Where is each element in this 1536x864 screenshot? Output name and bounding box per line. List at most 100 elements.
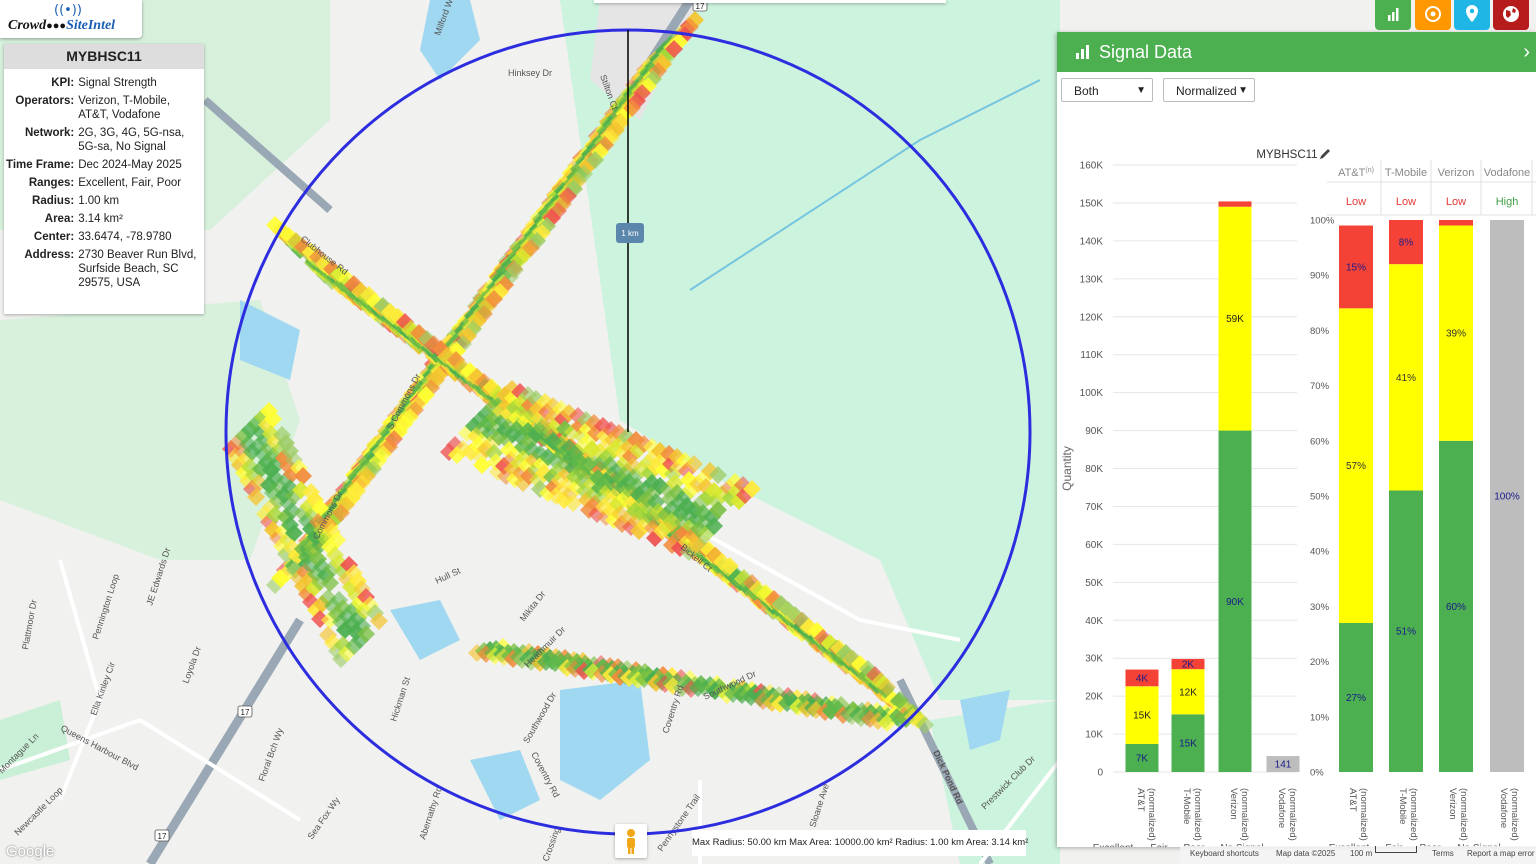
info-value: 1.00 km	[78, 195, 120, 207]
logo-text: Crowd	[8, 18, 47, 33]
x-tick-label: (normalized)	[1192, 788, 1203, 841]
scale-label[interactable]: 100 m	[1350, 846, 1372, 862]
y-tick-label: 100K	[1080, 388, 1104, 399]
bar-value-label: 27%	[1346, 693, 1366, 704]
x-tick-label: T-Mobile	[1397, 788, 1408, 824]
info-key: Radius:	[32, 195, 75, 207]
rating-label: Low	[1346, 196, 1366, 208]
svg-text:17: 17	[158, 832, 167, 841]
globe-icon	[1503, 6, 1519, 22]
bar-value-label: 141	[1275, 760, 1292, 771]
legend-label: Fair	[1150, 843, 1168, 847]
y-axis-label: Quantity	[1060, 446, 1074, 491]
y-tick-label: 100%	[1310, 216, 1335, 227]
x-tick-label: (normalized)	[1287, 788, 1298, 841]
report-error-link[interactable]: Report a map error	[1467, 846, 1535, 862]
info-row: KPI: Signal Strength	[4, 75, 204, 93]
bar-value-label: 15%	[1346, 262, 1366, 273]
signal-data-panel: Signal Data › Both ▼ Normalized ▼ MYBHSC11…	[1057, 32, 1536, 847]
route-shield: 17	[154, 829, 170, 842]
y-tick-label: 50%	[1310, 492, 1330, 503]
info-row: Center: 33.6474, -78.9780	[4, 229, 204, 247]
y-tick-label: 70K	[1085, 502, 1103, 513]
bar-chart-icon	[1076, 45, 1089, 59]
info-row: Ranges: Excellent, Fair, Poor	[4, 175, 204, 193]
chevron-down-icon: ▼	[1238, 85, 1248, 96]
info-value: Verizon, T-Mobile, AT&T, Vodafone	[78, 95, 171, 121]
radius-label: 1 km	[616, 223, 644, 243]
bar-value-label: 90K	[1226, 597, 1244, 608]
y-tick-label: 70%	[1310, 381, 1330, 392]
site-info-panel: MYBHSC11 KPI: Signal Strength Operators: Ve…	[4, 44, 204, 314]
bar-value-label: 15K	[1133, 711, 1151, 722]
street-view-pegman[interactable]	[615, 824, 647, 858]
pegman-icon	[627, 829, 635, 854]
info-key: Center:	[33, 231, 75, 243]
bar-value-label: 4K	[1136, 673, 1149, 684]
bar-value-label: 39%	[1446, 329, 1466, 340]
keyboard-shortcuts-link[interactable]: Keyboard shortcuts	[1190, 846, 1259, 862]
chart-toggle-button[interactable]	[1375, 0, 1411, 30]
y-tick-label: 0%	[1310, 768, 1324, 779]
rating-label: High	[1496, 196, 1519, 208]
y-tick-label: 20%	[1310, 657, 1330, 668]
site-name: MYBHSC11	[4, 44, 204, 69]
info-row: Address: 2730 Beaver Run Blvd, Surfside B…	[4, 247, 204, 293]
location-button[interactable]	[1454, 0, 1490, 30]
chart-title: MYBHSC11	[1256, 149, 1317, 161]
map-stats-bar: Max Radius: 50.00 km Max Area: 10000.00 …	[692, 830, 1028, 856]
svg-text:17: 17	[241, 708, 250, 717]
info-value: 2730 Beaver Run Blvd, Surfside Beach, SC…	[78, 249, 197, 289]
terms-link[interactable]: Terms	[1432, 846, 1454, 862]
bar-value-label: 100%	[1494, 492, 1520, 503]
svg-text:17: 17	[696, 2, 705, 11]
bar-value-label: 8%	[1399, 238, 1414, 249]
info-value: Excellent, Fair, Poor	[78, 177, 182, 189]
bar-value-label: 51%	[1396, 627, 1416, 638]
x-tick-label: (normalized)	[1239, 788, 1250, 841]
bar-value-label: 15K	[1179, 739, 1197, 750]
x-tick-label: AT&T	[1347, 788, 1358, 812]
map-credits: Keyboard shortcuts Map data ©2025 100 m …	[1180, 846, 1536, 864]
app-stage: Hinksey Dr Clubhouse Rd S Commons Dr Com…	[0, 0, 1536, 864]
info-row: Operators: Verizon, T-Mobile, AT&T, Vodaf…	[4, 93, 204, 125]
bar-chart-icon	[1388, 8, 1399, 21]
globe-button[interactable]	[1493, 0, 1529, 30]
info-value: 33.6474, -78.9780	[78, 231, 172, 243]
y-tick-label: 160K	[1080, 161, 1104, 172]
x-tick-label: AT&T	[1135, 788, 1146, 812]
edit-icon[interactable]	[1320, 149, 1330, 159]
x-tick-label: Verizon	[1447, 788, 1458, 820]
bar-value-label: 57%	[1346, 461, 1366, 472]
map-search-bar[interactable]	[594, 0, 946, 3]
info-value: 3.14 km²	[78, 213, 123, 225]
scale-select-value: Normalized	[1176, 84, 1237, 98]
y-tick-label: 140K	[1080, 236, 1104, 247]
column-header: AT&T(n)	[1338, 167, 1374, 179]
mode-select[interactable]: Both ▼	[1061, 78, 1153, 102]
scale-select[interactable]: Normalized ▼	[1163, 78, 1255, 102]
x-tick-label: (normalized)	[1458, 788, 1469, 841]
info-value: Dec 2024-May 2025	[78, 159, 182, 171]
y-tick-label: 0	[1097, 768, 1103, 779]
logo-text: SiteIntel	[66, 18, 116, 33]
info-key: Address:	[24, 249, 75, 261]
column-header: T-Mobile	[1385, 167, 1427, 179]
collapse-chevron-icon[interactable]: ›	[1523, 32, 1530, 72]
y-tick-label: 10K	[1085, 730, 1103, 741]
app-logo: ((•)) Crowd●●●SiteIntel	[0, 0, 142, 38]
y-tick-label: 10%	[1310, 712, 1330, 723]
map-data-label: Map data ©2025	[1276, 849, 1336, 858]
map-pin-icon	[1466, 5, 1478, 22]
site-info-table: KPI: Signal Strength Operators: Verizon, T-…	[4, 75, 204, 293]
panel-header: Signal Data ›	[1057, 32, 1536, 72]
y-tick-label: 20K	[1085, 692, 1103, 703]
y-tick-label: 80%	[1310, 326, 1330, 337]
y-tick-label: 90K	[1085, 426, 1103, 437]
info-key: Ranges:	[28, 177, 75, 189]
bar-value-label: 60%	[1446, 602, 1466, 613]
target-button[interactable]	[1415, 0, 1451, 30]
info-row: Radius: 1.00 km	[4, 193, 204, 211]
bar-value-label: 59K	[1226, 314, 1244, 325]
y-tick-label: 90%	[1310, 271, 1330, 282]
